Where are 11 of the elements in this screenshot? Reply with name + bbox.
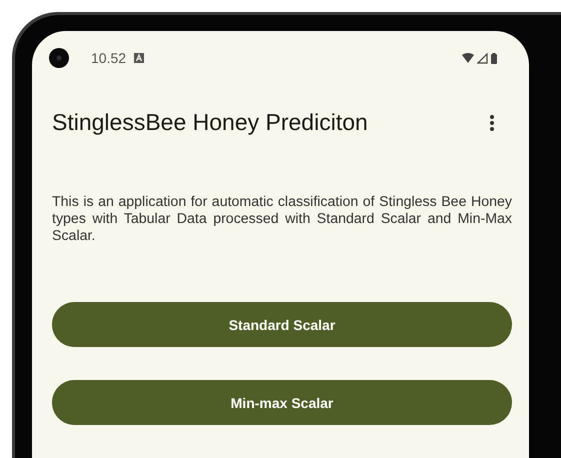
notification-icon [134, 53, 144, 63]
app-title: StinglessBee Honey Prediciton [52, 109, 368, 136]
camera-icon [49, 48, 69, 68]
scalar-button[interactable]: Min-max Scalar [52, 380, 512, 425]
wifi-icon [462, 53, 474, 63]
signal-icon [477, 52, 488, 64]
battery-icon [491, 52, 497, 64]
menu-icon[interactable] [489, 114, 495, 132]
status-time: 10.52 [91, 50, 126, 66]
scalar-button[interactable]: Standard Scalar [52, 302, 512, 347]
description-text: This is an application for automatic classification of Stingless Bee Honey types with Tabular Data processed with Standard Scalar and Min-Max Scalar. [52, 194, 512, 245]
